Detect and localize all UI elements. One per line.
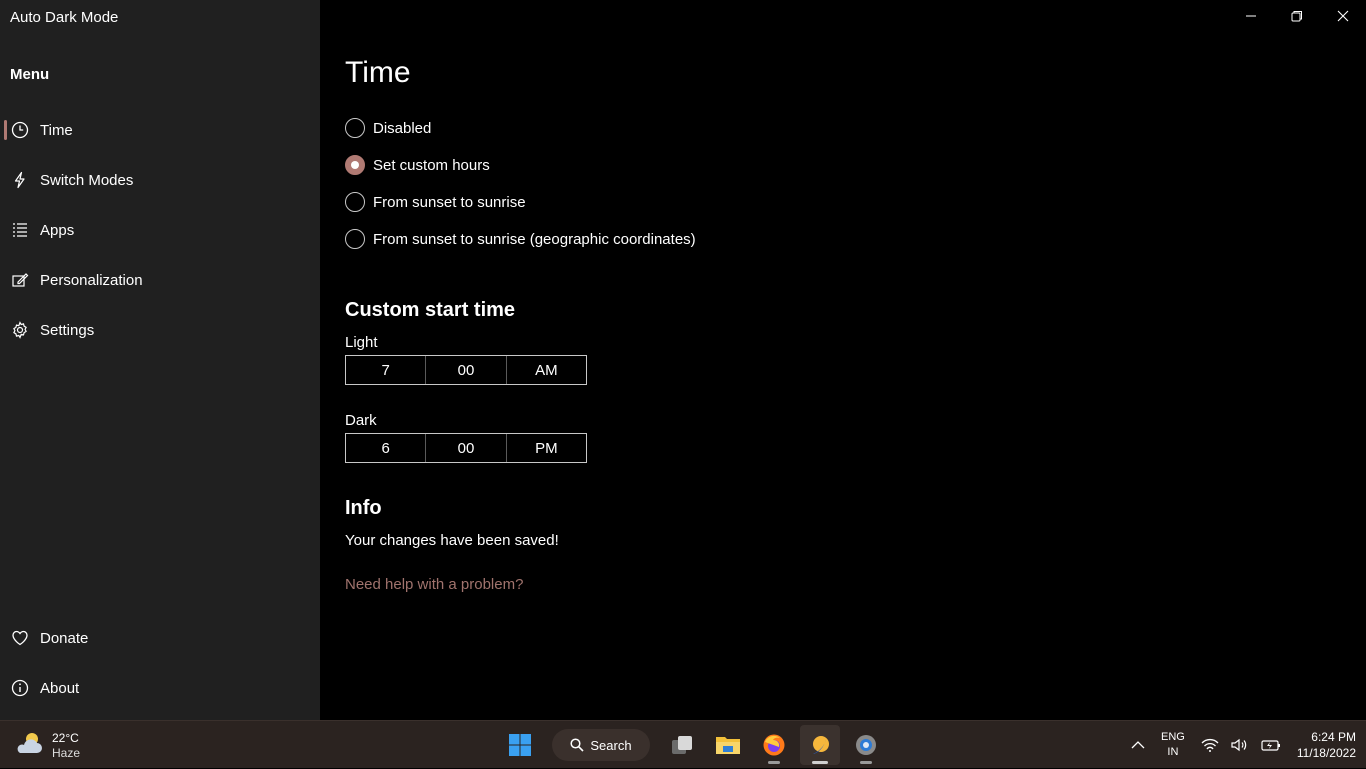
running-indicator	[812, 761, 828, 764]
radio-label: From sunset to sunrise	[373, 193, 526, 211]
cloudy-weather-icon	[14, 729, 44, 762]
folder-icon	[716, 737, 740, 754]
wifi-icon	[1201, 738, 1219, 752]
radio-button[interactable]	[345, 118, 365, 138]
sidebar-item-label: Switch Modes	[40, 171, 134, 189]
search-icon	[570, 738, 584, 752]
sidebar-item-label: Time	[40, 121, 73, 139]
sidebar: Auto Dark Mode Menu Time Switch Modes Ap…	[0, 0, 320, 720]
settings-app-button[interactable]	[846, 725, 886, 765]
weather-temp: 22°C	[52, 730, 79, 745]
clock-date: 11/18/2022	[1296, 746, 1356, 760]
system-tray: ENG IN 6:24 PM 11/18/2022	[1125, 721, 1356, 769]
sidebar-item-time[interactable]: Time	[4, 110, 316, 150]
minimize-button[interactable]	[1228, 0, 1274, 32]
caption-buttons	[1228, 0, 1366, 32]
sidebar-item-label: Settings	[40, 321, 95, 339]
page-title: Time	[345, 56, 411, 89]
start-button[interactable]	[500, 725, 540, 765]
task-view-button[interactable]	[662, 725, 702, 765]
wifi-button[interactable]	[1201, 738, 1219, 752]
help-link[interactable]: Need help with a problem?	[345, 576, 523, 593]
running-indicator	[768, 761, 780, 764]
menu-heading: Menu	[10, 66, 50, 83]
file-explorer-button[interactable]	[708, 725, 748, 765]
dark-label: Dark	[345, 412, 377, 429]
gear-icon	[4, 321, 36, 339]
dark-minute[interactable]: 00	[426, 434, 507, 462]
battery-icon	[1261, 740, 1280, 751]
paint-icon	[4, 271, 36, 289]
running-indicator	[860, 761, 872, 764]
sidebar-item-about[interactable]: About	[4, 668, 316, 708]
app-title: Auto Dark Mode	[10, 9, 119, 26]
sidebar-item-apps[interactable]: Apps	[4, 210, 316, 250]
weather-condition: Haze	[52, 745, 81, 760]
heart-icon	[4, 629, 36, 647]
close-icon	[1337, 10, 1349, 22]
firefox-button[interactable]	[754, 725, 794, 765]
weather-widget[interactable]: 22°C Haze	[14, 729, 80, 762]
sidebar-item-personalization[interactable]: Personalization	[4, 260, 316, 300]
sidebar-item-label: About	[40, 679, 80, 697]
battery-button[interactable]	[1261, 738, 1281, 752]
radio-button[interactable]	[345, 192, 365, 212]
sidebar-item-switch-modes[interactable]: Switch Modes	[4, 160, 316, 200]
volume-button[interactable]	[1231, 738, 1249, 752]
restore-icon	[1291, 11, 1302, 22]
dark-hour[interactable]: 6	[346, 434, 427, 462]
light-hour[interactable]: 7	[346, 356, 427, 384]
search-label: Search	[590, 737, 632, 753]
clock-icon	[4, 121, 36, 139]
sidebar-item-label: Donate	[40, 629, 89, 647]
main-content: Time Disabled Set custom hours From suns…	[320, 0, 1366, 720]
radio-disabled[interactable]: Disabled	[345, 118, 431, 138]
settings-gear-icon	[856, 735, 876, 755]
light-time-picker[interactable]: 7 00 AM	[345, 355, 587, 385]
lightning-icon	[4, 171, 36, 189]
info-heading: Info	[345, 497, 382, 519]
sidebar-item-label: Apps	[40, 221, 75, 239]
taskbar: 22°C Haze Search ENG IN 6:24 PM 11/18/20…	[0, 720, 1366, 768]
firefox-icon	[763, 734, 785, 756]
auto-dark-mode-icon	[813, 736, 829, 754]
sidebar-item-settings[interactable]: Settings	[4, 310, 316, 350]
minimize-icon	[1246, 15, 1256, 17]
radio-set-custom-hours[interactable]: Set custom hours	[345, 155, 490, 175]
auto-dark-mode-button[interactable]	[800, 725, 840, 765]
windows-icon	[509, 734, 531, 756]
taskbar-apps: Search	[500, 725, 886, 765]
dark-period[interactable]: PM	[507, 434, 586, 462]
radio-label: From sunset to sunrise (geographic coord…	[373, 230, 696, 248]
radio-label: Set custom hours	[373, 156, 490, 174]
radio-button[interactable]	[345, 229, 365, 249]
dark-time-picker[interactable]: 6 00 PM	[345, 433, 587, 463]
info-message: Your changes have been saved!	[345, 532, 559, 549]
light-label: Light	[345, 334, 378, 351]
taskbar-search-button[interactable]: Search	[552, 729, 650, 761]
app-window: Auto Dark Mode Menu Time Switch Modes Ap…	[0, 0, 1366, 720]
radio-button[interactable]	[345, 155, 365, 175]
list-icon	[4, 221, 36, 239]
speaker-icon	[1231, 738, 1246, 752]
clock-time: 6:24 PM	[1311, 730, 1356, 744]
show-hidden-icons-button[interactable]	[1131, 740, 1145, 750]
sidebar-item-donate[interactable]: Donate	[4, 618, 316, 658]
restore-button[interactable]	[1274, 0, 1320, 32]
lang-code: ENG	[1160, 731, 1185, 743]
light-minute[interactable]: 00	[426, 356, 507, 384]
task-view-icon	[672, 736, 692, 754]
radio-sunset-to-sunrise-geo[interactable]: From sunset to sunrise (geographic coord…	[345, 229, 696, 249]
radio-label: Disabled	[373, 119, 432, 137]
close-button[interactable]	[1320, 0, 1366, 32]
sidebar-item-label: Personalization	[40, 271, 143, 289]
info-icon	[4, 679, 36, 697]
radio-sunset-to-sunrise[interactable]: From sunset to sunrise	[345, 192, 526, 212]
light-period[interactable]: AM	[507, 356, 586, 384]
language-indicator[interactable]: ENG IN	[1161, 730, 1185, 760]
custom-start-heading: Custom start time	[345, 299, 516, 321]
taskbar-clock[interactable]: 6:24 PM 11/18/2022	[1297, 729, 1356, 761]
lang-region: IN	[1167, 746, 1179, 758]
chevron-up-icon	[1131, 741, 1145, 749]
